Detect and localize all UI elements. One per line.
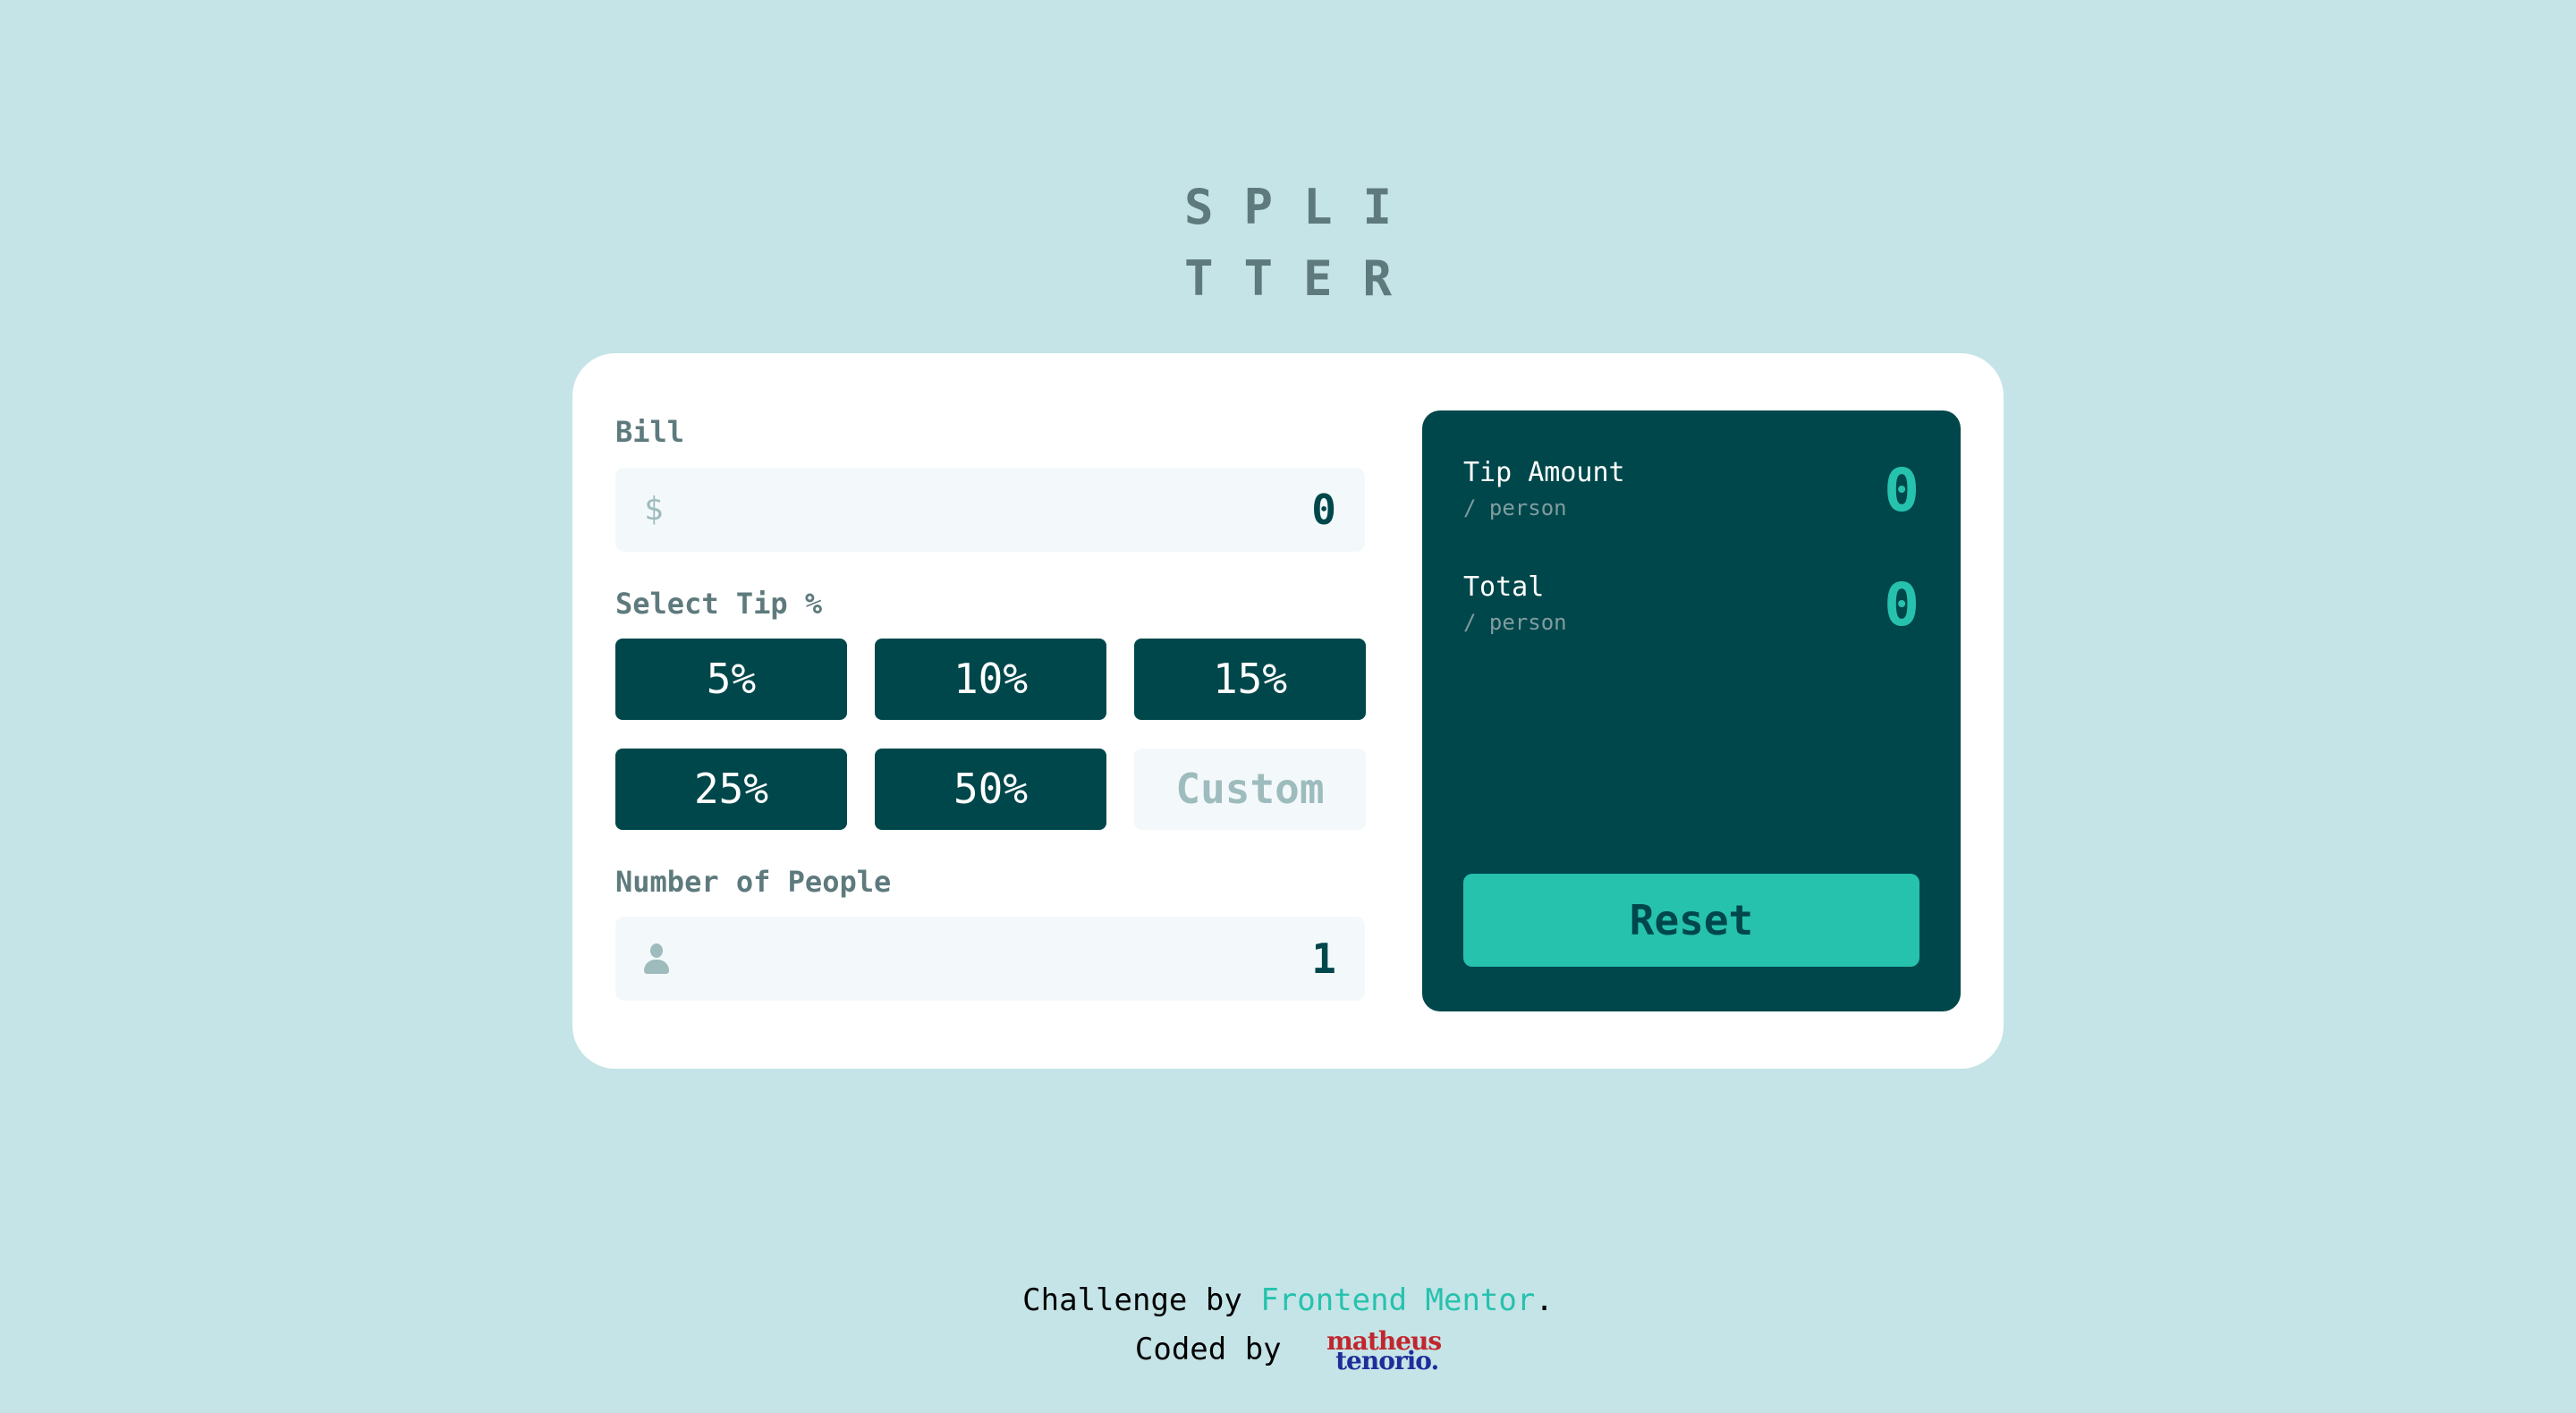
footer-coded-by: Coded by matheus tenorio. [0,1328,2576,1375]
tip-amount-title: Tip Amount [1463,457,1625,488]
logo-line-2: TTER [1184,250,1423,307]
coded-by-text: Coded by [1134,1332,1282,1367]
tip-15-button[interactable]: 15% [1134,639,1366,720]
person-icon [644,943,669,976]
people-label: Number of People [615,865,892,899]
tip-5-button[interactable]: 5% [615,639,847,720]
select-tip-label: Select Tip % [615,587,823,621]
total-title: Total [1463,571,1545,603]
tip-10-button[interactable]: 10% [875,639,1106,720]
custom-tip-input[interactable]: Custom [1134,749,1366,830]
total-value: 0 [1884,571,1919,639]
frontend-mentor-link[interactable]: Frontend Mentor [1260,1282,1535,1318]
people-input[interactable]: 1 [615,917,1365,1001]
footer-challenge-text: Challenge by [1022,1282,1261,1318]
signature-line-2: tenorio. [1335,1345,1439,1375]
results-panel: Tip Amount / person 0 Total / person 0 R… [1422,410,1961,1011]
calculator-card: Bill $ 0 Select Tip % 5% 10% 15% 25% 50%… [572,353,2004,1069]
author-signature-link[interactable]: matheus tenorio. [1326,1328,1442,1375]
bill-label: Bill [615,415,685,449]
bill-input[interactable]: $ 0 [615,468,1365,552]
footer-challenge: Challenge by Frontend Mentor. [0,1280,2576,1321]
app-logo: SPLI TTER [1184,172,1399,315]
footer-challenge-suffix: . [1535,1282,1554,1318]
tip-amount-value: 0 [1884,456,1919,525]
people-value: 1 [1311,935,1336,983]
tip-25-button[interactable]: 25% [615,749,847,830]
reset-button[interactable]: Reset [1463,874,1919,967]
total-sub: / person [1463,610,1567,635]
tip-50-button[interactable]: 50% [875,749,1106,830]
dollar-icon: $ [644,491,664,528]
tip-amount-sub: / person [1463,495,1567,520]
bill-value: 0 [1311,486,1336,534]
logo-line-1: SPLI [1184,179,1423,235]
